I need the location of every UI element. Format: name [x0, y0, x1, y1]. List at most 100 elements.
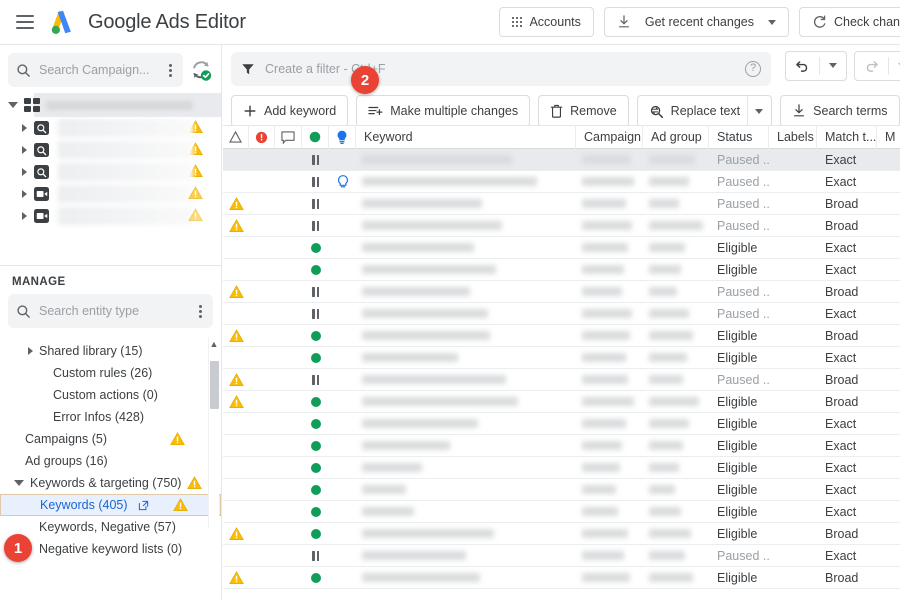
sidebar-item-error-infos-428[interactable]: Error Infos (428) [0, 406, 221, 428]
cell-ad-group[interactable] [643, 171, 709, 193]
cell-labels[interactable] [769, 501, 817, 523]
cell-labels[interactable] [769, 391, 817, 413]
entity-list-scrollbar[interactable]: ▲ [208, 338, 219, 528]
cell-comment[interactable] [275, 281, 302, 303]
column-header-match-t[interactable]: Match t... [817, 125, 877, 149]
chevron-down-icon[interactable] [14, 480, 24, 486]
cell-recommendation[interactable] [329, 303, 356, 325]
chevron-right-icon[interactable] [28, 347, 33, 355]
cell-status-icon[interactable] [302, 391, 329, 413]
cell-ad-group[interactable] [643, 369, 709, 391]
table-row[interactable]: Paused ... Broad [223, 281, 900, 303]
cell-ad-group[interactable] [643, 501, 709, 523]
sidebar-item-shared-library-15[interactable]: Shared library (15) [0, 340, 221, 362]
cell-error[interactable] [249, 149, 275, 171]
cell-error[interactable] [249, 435, 275, 457]
cell-match-type[interactable]: Exact [817, 501, 877, 523]
cell-status[interactable]: Paused ... [709, 303, 769, 325]
cell-match-type[interactable]: Broad [817, 369, 877, 391]
cell-m[interactable] [877, 413, 900, 435]
cell-match-type[interactable]: Broad [817, 391, 877, 413]
sidebar-item-keywords-targeting-750[interactable]: Keywords & targeting (750) [0, 472, 221, 494]
table-row[interactable]: Paused ... Exact [223, 545, 900, 567]
cell-keyword[interactable] [356, 523, 576, 545]
cell-status[interactable]: Paused ... [709, 369, 769, 391]
table-row[interactable]: Paused ... Exact [223, 171, 900, 193]
cell-changed[interactable] [223, 413, 249, 435]
cell-status[interactable]: Eligible [709, 413, 769, 435]
column-header-m[interactable]: M [877, 125, 900, 149]
table-row[interactable]: Eligible Broad [223, 325, 900, 347]
cell-status[interactable]: Eligible [709, 325, 769, 347]
cell-changed[interactable] [223, 171, 249, 193]
remove-button[interactable]: Remove [538, 95, 629, 127]
sync-status-icon[interactable] [189, 58, 213, 82]
filter-input[interactable]: Create a filter - Ctrl+F ? [231, 52, 771, 86]
cell-campaign[interactable] [576, 391, 643, 413]
table-row[interactable]: Eligible Exact [223, 479, 900, 501]
cell-comment[interactable] [275, 193, 302, 215]
cell-error[interactable] [249, 325, 275, 347]
cell-campaign[interactable] [576, 303, 643, 325]
cell-labels[interactable] [769, 303, 817, 325]
cell-keyword[interactable] [356, 193, 576, 215]
cell-error[interactable] [249, 391, 275, 413]
account-row[interactable] [0, 93, 221, 117]
cell-ad-group[interactable] [643, 215, 709, 237]
cell-campaign[interactable] [576, 413, 643, 435]
scrollbar-thumb[interactable] [210, 361, 219, 409]
cell-match-type[interactable]: Exact [817, 457, 877, 479]
cell-keyword[interactable] [356, 435, 576, 457]
cell-recommendation[interactable] [329, 347, 356, 369]
cell-m[interactable] [877, 237, 900, 259]
campaign-tree-item[interactable] [0, 205, 221, 227]
cell-ad-group[interactable] [643, 413, 709, 435]
cell-comment[interactable] [275, 171, 302, 193]
cell-error[interactable] [249, 545, 275, 567]
cell-recommendation[interactable] [329, 325, 356, 347]
get-recent-changes-button[interactable]: Get recent changes [603, 7, 789, 37]
cell-changed[interactable] [223, 347, 249, 369]
cell-error[interactable] [249, 523, 275, 545]
cell-changed[interactable] [223, 237, 249, 259]
cell-m[interactable] [877, 545, 900, 567]
sidebar-item-custom-rules-26[interactable]: Custom rules (26) [0, 362, 221, 384]
campaign-tree-item[interactable] [0, 139, 221, 161]
cell-keyword[interactable] [356, 347, 576, 369]
cell-labels[interactable] [769, 215, 817, 237]
cell-ad-group[interactable] [643, 435, 709, 457]
cell-match-type[interactable]: Exact [817, 171, 877, 193]
cell-error[interactable] [249, 413, 275, 435]
cell-keyword[interactable] [356, 501, 576, 523]
cell-status[interactable]: Eligible [709, 479, 769, 501]
cell-error[interactable] [249, 171, 275, 193]
table-row[interactable]: Eligible Exact [223, 435, 900, 457]
cell-labels[interactable] [769, 193, 817, 215]
cell-m[interactable] [877, 281, 900, 303]
table-row[interactable]: Eligible Broad [223, 523, 900, 545]
cell-changed[interactable] [223, 215, 249, 237]
cell-match-type[interactable]: Broad [817, 567, 877, 589]
cell-recommendation[interactable] [329, 391, 356, 413]
cell-m[interactable] [877, 171, 900, 193]
cell-comment[interactable] [275, 303, 302, 325]
check-changes-button[interactable]: Check chan [798, 7, 900, 37]
cell-changed[interactable] [223, 193, 249, 215]
cell-status-icon[interactable] [302, 215, 329, 237]
cell-keyword[interactable] [356, 171, 576, 193]
cell-comment[interactable] [275, 347, 302, 369]
cell-comment[interactable] [275, 413, 302, 435]
cell-error[interactable] [249, 193, 275, 215]
chevron-right-icon[interactable] [22, 168, 27, 176]
undo-icon[interactable] [786, 52, 819, 80]
cell-m[interactable] [877, 457, 900, 479]
cell-status-icon[interactable] [302, 325, 329, 347]
cell-m[interactable] [877, 435, 900, 457]
hamburger-icon[interactable] [16, 15, 34, 29]
cell-keyword[interactable] [356, 259, 576, 281]
chevron-down-icon[interactable] [767, 19, 776, 25]
cell-recommendation[interactable] [329, 413, 356, 435]
cell-m[interactable] [877, 325, 900, 347]
cell-labels[interactable] [769, 413, 817, 435]
cell-recommendation[interactable] [329, 259, 356, 281]
